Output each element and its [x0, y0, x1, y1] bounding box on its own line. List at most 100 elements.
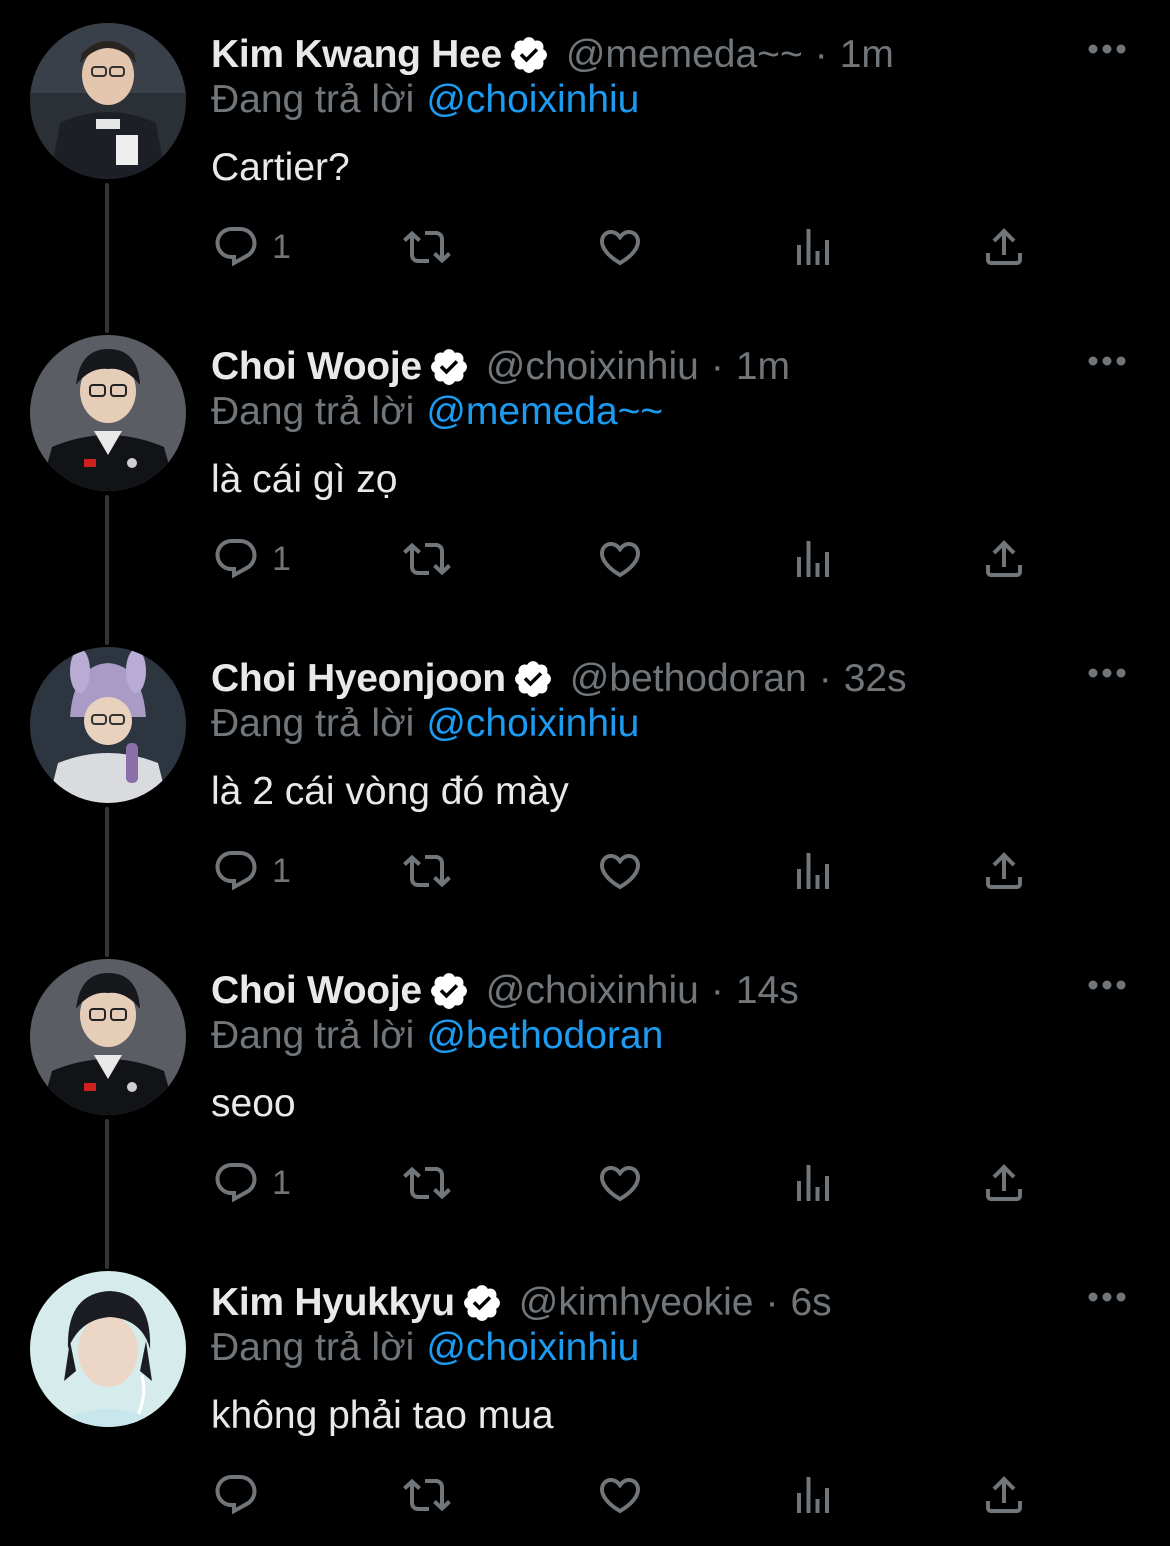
replying-to: Đang trả lời @choixinhiu	[211, 1326, 639, 1376]
reply-icon	[215, 1163, 257, 1203]
reply-count: 1	[272, 851, 291, 890]
share-icon	[986, 852, 1022, 889]
retweet-icon	[403, 1478, 451, 1512]
views-icon	[797, 853, 829, 889]
user-handle[interactable]: @kimhyeokie	[519, 1281, 754, 1325]
more-icon[interactable]	[1086, 42, 1128, 56]
views-icon	[797, 1477, 829, 1513]
retweet-button[interactable]	[403, 212, 451, 282]
share-icon	[986, 1476, 1022, 1513]
retweet-icon	[403, 1166, 451, 1200]
replying-to-label: Đang trả lời	[211, 390, 415, 433]
share-button[interactable]	[980, 836, 1028, 906]
timestamp[interactable]: 1m	[840, 33, 894, 77]
display-name[interactable]: Kim Kwang Hee	[211, 33, 502, 77]
conversation-thread: Kim Kwang Hee @memeda~~ · 1m Đang trả lờ…	[0, 0, 1170, 1546]
tweet-text: là cái gì zọ	[211, 458, 398, 501]
user-handle[interactable]: @memeda~~	[566, 33, 803, 77]
avatar[interactable]	[30, 647, 186, 803]
reply-button[interactable]	[212, 1460, 272, 1530]
retweet-button[interactable]	[403, 524, 451, 594]
reply-button[interactable]: 1	[212, 836, 291, 906]
views-button[interactable]	[789, 1148, 837, 1218]
share-button[interactable]	[980, 212, 1028, 282]
display-name[interactable]: Choi Hyeonjoon	[211, 657, 506, 701]
replying-to: Đang trả lời @bethodoran	[211, 1014, 663, 1064]
tweet[interactable]: Kim Hyukkyu @kimhyeokie · 6s Đang trả lờ…	[0, 1248, 1170, 1546]
retweet-button[interactable]	[403, 836, 451, 906]
display-name[interactable]: Choi Wooje	[211, 345, 422, 389]
tweet-text: không phải tao mua	[211, 1394, 554, 1437]
more-icon[interactable]	[1086, 354, 1128, 368]
user-handle[interactable]: @choixinhiu	[486, 345, 699, 389]
like-button[interactable]	[596, 212, 644, 282]
views-button[interactable]	[789, 524, 837, 594]
like-button[interactable]	[596, 1148, 644, 1218]
replying-to: Đang trả lời @memeda~~	[211, 390, 663, 440]
replying-to-handle[interactable]: @choixinhiu	[426, 702, 639, 745]
timestamp[interactable]: 6s	[790, 1281, 831, 1325]
avatar[interactable]	[30, 1271, 186, 1427]
more-icon[interactable]	[1086, 666, 1128, 680]
replying-to-handle[interactable]: @memeda~~	[426, 390, 663, 433]
replying-to-handle[interactable]: @choixinhiu	[426, 1326, 639, 1369]
avatar-choi-wooje	[30, 335, 186, 491]
views-button[interactable]	[789, 1460, 837, 1530]
avatar[interactable]	[30, 335, 186, 491]
like-button[interactable]	[596, 524, 644, 594]
reply-icon	[215, 539, 257, 579]
share-button[interactable]	[980, 1460, 1028, 1530]
separator-dot: ·	[765, 1281, 779, 1324]
replying-to: Đang trả lời @choixinhiu	[211, 78, 639, 128]
reply-icon	[215, 227, 257, 267]
tweet-header: Choi Wooje @choixinhiu · 14s	[211, 962, 799, 1020]
tweet-header: Choi Wooje @choixinhiu · 1m	[211, 338, 790, 396]
avatar[interactable]	[30, 959, 186, 1115]
replying-to-handle[interactable]: @bethodoran	[426, 1014, 663, 1057]
tweet[interactable]: Kim Kwang Hee @memeda~~ · 1m Đang trả lờ…	[0, 0, 1170, 312]
replying-to-handle[interactable]: @choixinhiu	[426, 78, 639, 121]
like-button[interactable]	[596, 1460, 644, 1530]
retweet-button[interactable]	[403, 1460, 451, 1530]
like-icon	[599, 1166, 641, 1202]
avatar-choi-hyeonjoon	[30, 647, 186, 803]
like-button[interactable]	[596, 836, 644, 906]
retweet-icon	[403, 230, 451, 264]
replying-to-label: Đang trả lời	[211, 702, 415, 745]
separator-dot: ·	[818, 657, 832, 700]
reply-button[interactable]: 1	[212, 1148, 291, 1218]
like-icon	[599, 542, 641, 578]
timestamp[interactable]: 32s	[844, 657, 907, 701]
retweet-button[interactable]	[403, 1148, 451, 1218]
tweet[interactable]: Choi Wooje @choixinhiu · 1m Đang trả lời…	[0, 312, 1170, 624]
share-button[interactable]	[980, 524, 1028, 594]
tweet-header: Choi Hyeonjoon @bethodoran · 32s	[211, 650, 907, 708]
reply-button[interactable]: 1	[212, 524, 291, 594]
share-button[interactable]	[980, 1148, 1028, 1218]
avatar[interactable]	[30, 23, 186, 179]
avatar-kim-kwang-hee	[30, 23, 186, 179]
timestamp[interactable]: 14s	[736, 969, 799, 1013]
views-button[interactable]	[789, 212, 837, 282]
reply-button[interactable]: 1	[212, 212, 291, 282]
verified-badge-icon	[514, 661, 551, 697]
reply-icon	[215, 1475, 257, 1515]
tweet[interactable]: Choi Wooje @choixinhiu · 14s Đang trả lờ…	[0, 936, 1170, 1248]
views-button[interactable]	[789, 836, 837, 906]
like-icon	[599, 854, 641, 890]
display-name[interactable]: Choi Wooje	[211, 969, 422, 1013]
share-icon	[986, 228, 1022, 265]
verified-badge-icon	[463, 1285, 500, 1321]
more-icon[interactable]	[1086, 1290, 1128, 1304]
timestamp[interactable]: 1m	[736, 345, 790, 389]
reply-count: 1	[272, 1163, 291, 1202]
views-icon	[797, 541, 829, 577]
more-icon[interactable]	[1086, 978, 1128, 992]
replying-to-label: Đang trả lời	[211, 78, 415, 121]
user-handle[interactable]: @choixinhiu	[486, 969, 699, 1013]
tweet-actions	[0, 1460, 1170, 1530]
user-handle[interactable]: @bethodoran	[570, 657, 807, 701]
display-name[interactable]: Kim Hyukkyu	[211, 1281, 455, 1325]
tweet[interactable]: Choi Hyeonjoon @bethodoran · 32s Đang tr…	[0, 624, 1170, 936]
avatar-kim-hyukkyu	[30, 1271, 186, 1427]
